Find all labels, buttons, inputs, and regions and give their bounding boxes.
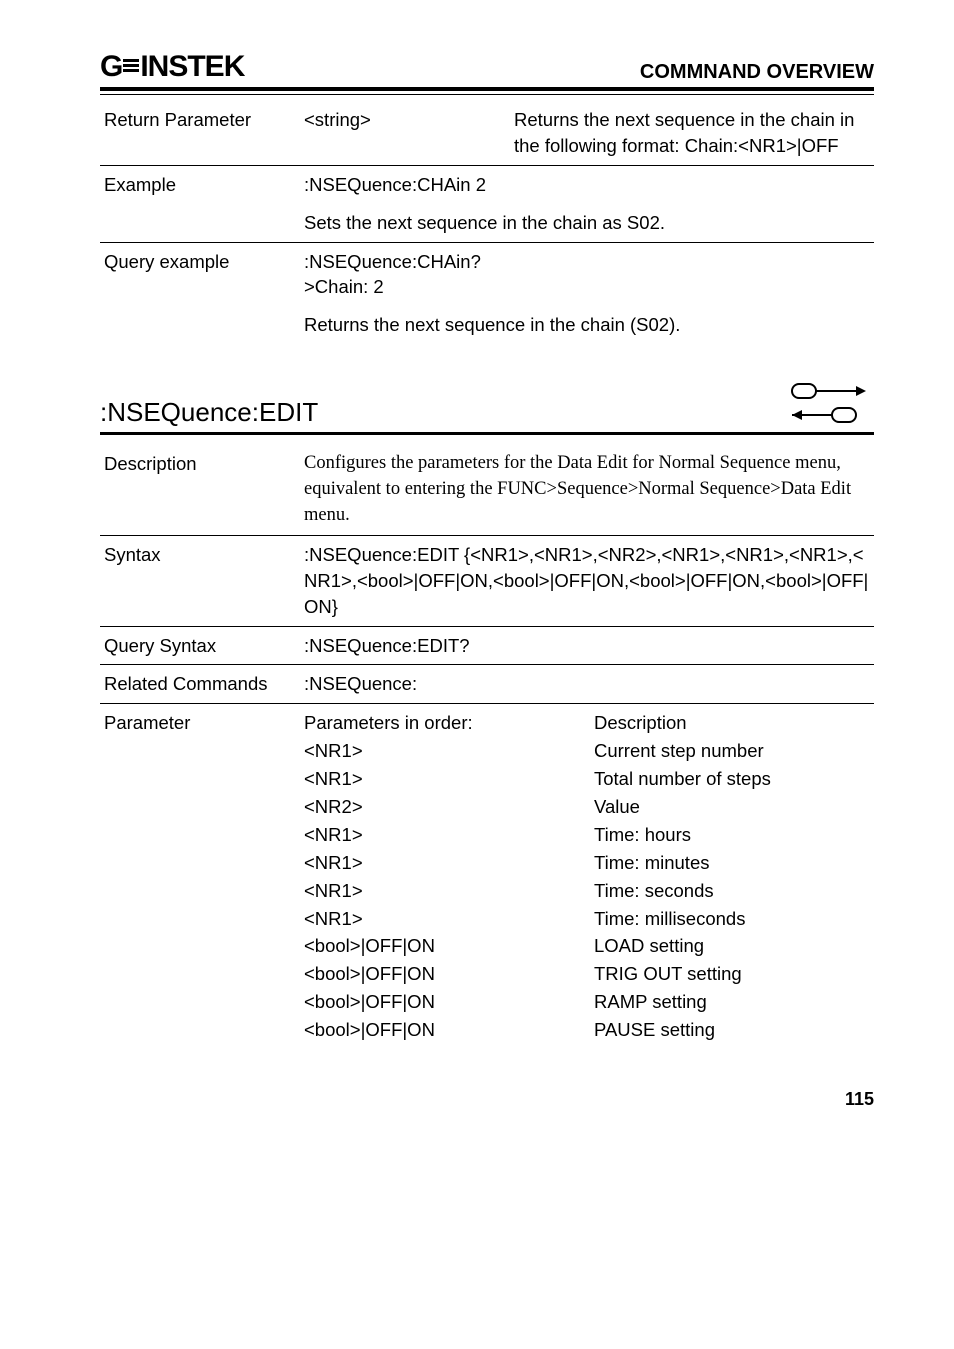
param-item-right: PAUSE setting xyxy=(594,1017,870,1043)
param-item-right: Time: seconds xyxy=(594,878,870,904)
param-item-left: <bool>|OFF|ON xyxy=(304,961,594,987)
param-head-left: Parameters in order: xyxy=(304,710,594,736)
page-header: GINSTEK COMMNAND OVERVIEW xyxy=(100,50,874,91)
brand-logo: GINSTEK xyxy=(100,50,244,84)
param-item-left: <NR1> xyxy=(304,822,594,848)
param-item-left: <bool>|OFF|ON xyxy=(304,933,594,959)
param-item-left: <NR1> xyxy=(304,878,594,904)
example-label: Example xyxy=(100,165,300,203)
param-item-left: <NR1> xyxy=(304,850,594,876)
param-item-right: Time: minutes xyxy=(594,850,870,876)
return-param-desc: Returns the next sequence in the chain i… xyxy=(510,101,874,165)
query-cmd: :NSEQuence:CHAin? xyxy=(304,249,870,275)
section-heading-row: :NSEQuence:EDIT xyxy=(100,378,874,435)
syntax-label: Syntax xyxy=(100,535,300,626)
description-label: Description xyxy=(100,445,300,535)
parameter-label: Parameter xyxy=(100,704,300,1049)
param-item-right: LOAD setting xyxy=(594,933,870,959)
syntax-text: :NSEQuence:EDIT {<NR1>,<NR1>,<NR2>,<NR1>… xyxy=(300,535,874,626)
query-desc: Returns the next sequence in the chain (… xyxy=(300,306,874,344)
related-commands-label: Related Commands xyxy=(100,665,300,704)
param-head-right: Description xyxy=(594,710,870,736)
parameter-grid: Parameters in order: Description <NR1>Cu… xyxy=(304,710,870,1043)
param-item-left: <bool>|OFF|ON xyxy=(304,989,594,1015)
section-title: :NSEQuence:EDIT xyxy=(100,397,318,428)
param-item-left: <NR2> xyxy=(304,794,594,820)
example-desc: Sets the next sequence in the chain as S… xyxy=(300,204,874,242)
param-item-left: <NR1> xyxy=(304,766,594,792)
page-number: 115 xyxy=(100,1089,874,1110)
param-item-right: Time: milliseconds xyxy=(594,906,870,932)
return-param-type: <string> xyxy=(300,101,510,165)
query-response: >Chain: 2 xyxy=(304,274,870,300)
definition-table-1: Return Parameter <string> Returns the ne… xyxy=(100,101,874,344)
param-item-right: RAMP setting xyxy=(594,989,870,1015)
example-cmd: :NSEQuence:CHAin 2 xyxy=(300,165,874,203)
param-item-right: Time: hours xyxy=(594,822,870,848)
query-syntax-label: Query Syntax xyxy=(100,626,300,665)
query-syntax-text: :NSEQuence:EDIT? xyxy=(300,626,874,665)
related-commands-text: :NSEQuence: xyxy=(300,665,874,704)
param-item-right: TRIG OUT setting xyxy=(594,961,870,987)
definition-table-2: Description Configures the parameters fo… xyxy=(100,445,874,1049)
query-example-label: Query example xyxy=(100,242,300,306)
header-title: COMMNAND OVERVIEW xyxy=(640,61,874,84)
param-item-left: <bool>|OFF|ON xyxy=(304,1017,594,1043)
param-item-left: <NR1> xyxy=(304,906,594,932)
param-item-left: <NR1> xyxy=(304,738,594,764)
param-item-right: Total number of steps xyxy=(594,766,870,792)
set-query-icon xyxy=(784,378,874,428)
param-item-right: Value xyxy=(594,794,870,820)
description-text: Configures the parameters for the Data E… xyxy=(300,445,874,535)
return-param-label: Return Parameter xyxy=(100,101,300,165)
param-item-right: Current step number xyxy=(594,738,870,764)
